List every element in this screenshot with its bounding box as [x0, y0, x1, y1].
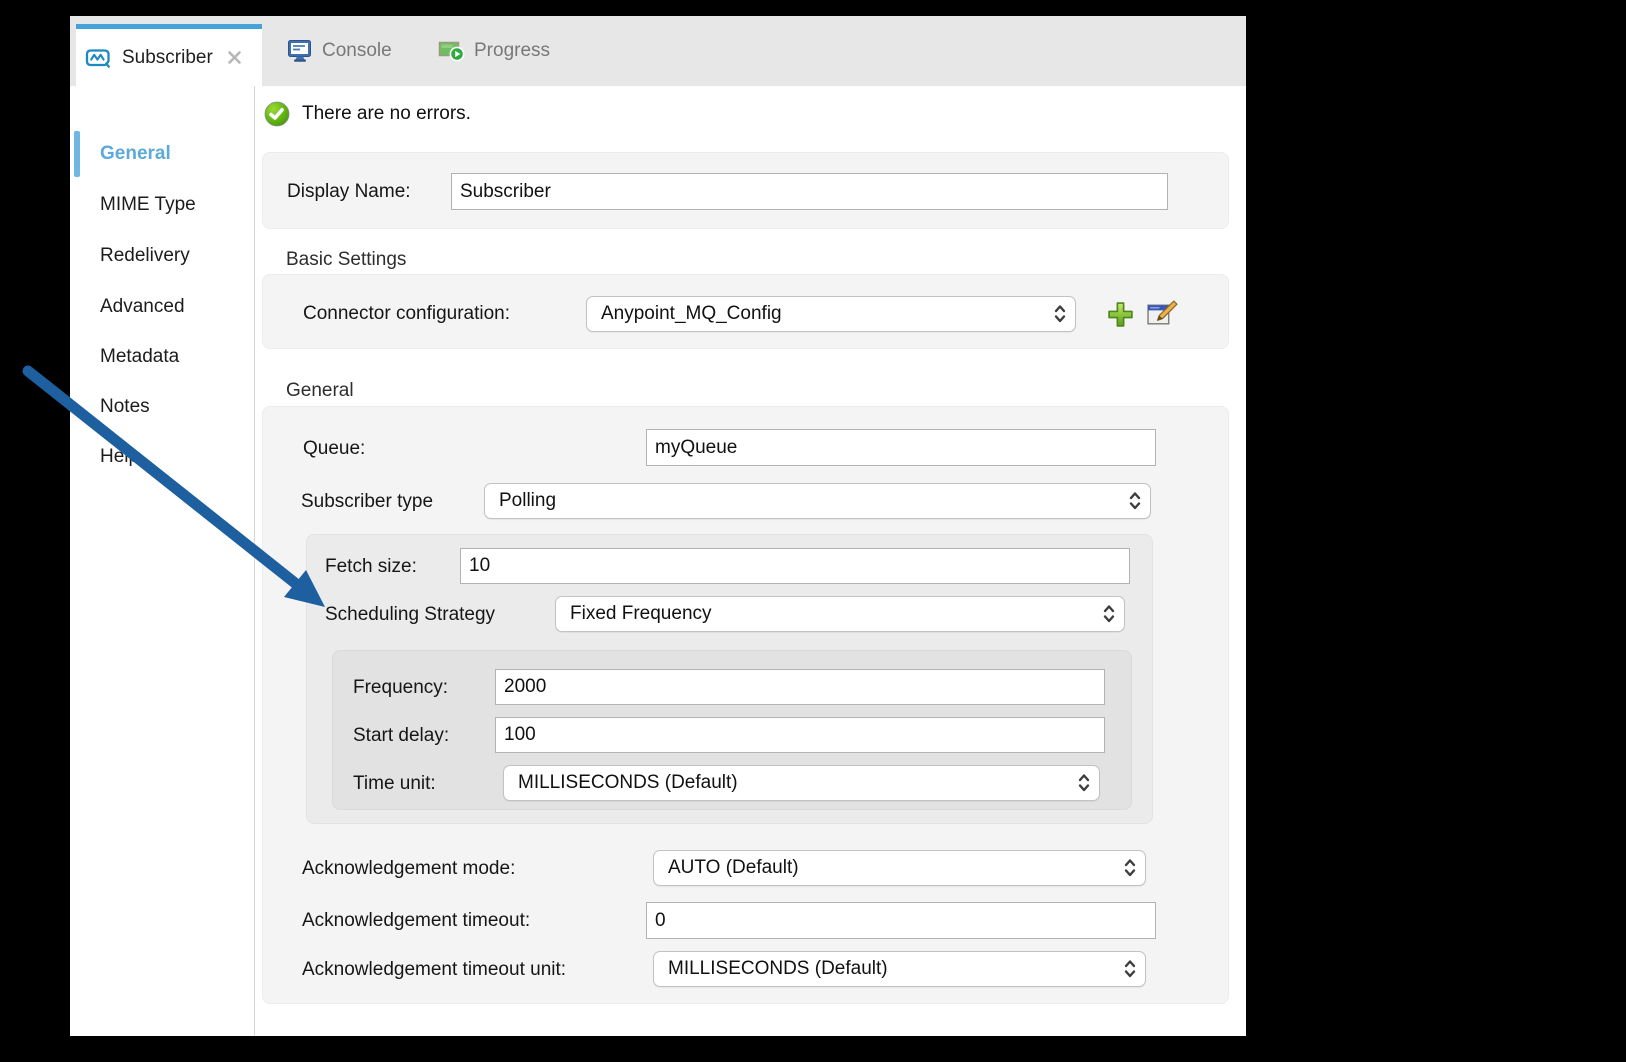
time-unit-select[interactable]: MILLISECONDS (Default) — [503, 765, 1100, 801]
display-name-panel: Display Name: — [262, 152, 1229, 229]
scheduling-strategy-select[interactable]: Fixed Frequency — [555, 596, 1125, 632]
polling-settings-panel: Fetch size: Scheduling Strategy Fixed Fr… — [306, 534, 1153, 824]
properties-window: Subscriber Console — [70, 16, 1246, 1036]
start-delay-input[interactable] — [495, 717, 1105, 753]
basic-settings-title: Basic Settings — [286, 246, 406, 274]
sidebar-item-advanced[interactable]: Advanced — [100, 282, 185, 332]
frequency-input[interactable] — [495, 669, 1105, 705]
sidebar-item-general[interactable]: General — [100, 129, 171, 179]
tab-subscriber[interactable]: Subscriber — [76, 24, 262, 86]
acknowledgement-mode-select[interactable]: AUTO (Default) — [653, 850, 1146, 886]
sidebar-item-help[interactable]: Help — [100, 432, 139, 482]
connector-configuration-label: Connector configuration: — [303, 299, 510, 329]
subscriber-type-select[interactable]: Polling — [484, 483, 1151, 519]
frequency-label: Frequency: — [353, 673, 448, 703]
fetch-size-label: Fetch size: — [325, 552, 417, 582]
queue-input[interactable] — [646, 429, 1156, 466]
general-panel: Queue: Subscriber type Polling Fetch siz… — [262, 406, 1229, 1004]
dropdown-stepper-icon — [1102, 603, 1116, 625]
display-name-label: Display Name: — [287, 177, 411, 207]
connector-configuration-select[interactable]: Anypoint_MQ_Config — [586, 296, 1076, 332]
scheduling-strategy-label: Scheduling Strategy — [325, 600, 495, 630]
status-message: There are no errors. — [302, 100, 471, 128]
basic-settings-panel: Connector configuration: Anypoint_MQ_Con… — [262, 274, 1229, 349]
acknowledgement-timeout-unit-select[interactable]: MILLISECONDS (Default) — [653, 951, 1146, 987]
acknowledgement-timeout-input[interactable] — [646, 902, 1156, 939]
active-item-indicator — [74, 131, 80, 177]
tab-bar: Subscriber Console — [70, 16, 1246, 86]
sidebar-item-redelivery[interactable]: Redelivery — [100, 231, 190, 281]
add-icon[interactable] — [1106, 300, 1135, 329]
dropdown-stepper-icon — [1123, 857, 1137, 879]
acknowledgement-timeout-label: Acknowledgement timeout: — [302, 906, 530, 936]
dropdown-stepper-icon — [1053, 303, 1067, 325]
tab-console[interactable]: Console — [286, 16, 392, 86]
dropdown-stepper-icon — [1123, 958, 1137, 980]
start-delay-label: Start delay: — [353, 721, 449, 751]
success-check-icon — [263, 100, 291, 128]
mq-subscriber-icon — [84, 45, 112, 71]
subscriber-type-label: Subscriber type — [301, 487, 433, 517]
time-unit-label: Time unit: — [353, 769, 436, 799]
sidebar-item-notes[interactable]: Notes — [100, 382, 150, 432]
acknowledgement-mode-label: Acknowledgement mode: — [302, 854, 515, 884]
tab-label: Subscriber — [122, 47, 213, 69]
edit-config-icon[interactable] — [1146, 298, 1179, 331]
tab-progress[interactable]: Progress — [438, 16, 550, 86]
tab-label: Progress — [474, 40, 550, 62]
fetch-size-input[interactable] — [460, 548, 1130, 584]
acknowledgement-timeout-unit-label: Acknowledgement timeout unit: — [302, 955, 566, 985]
fixed-frequency-panel: Frequency: Start delay: Time unit: MILLI… — [332, 650, 1132, 810]
dropdown-stepper-icon — [1128, 490, 1142, 512]
sidebar-item-metadata[interactable]: Metadata — [100, 332, 179, 382]
general-title: General — [286, 377, 354, 405]
progress-icon — [438, 38, 466, 64]
queue-label: Queue: — [303, 434, 365, 464]
console-icon — [286, 38, 314, 64]
tab-label: Console — [322, 40, 392, 62]
sidebar-item-mime-type[interactable]: MIME Type — [100, 180, 196, 230]
sidebar: General MIME Type Redelivery Advanced Me… — [70, 86, 255, 1036]
dropdown-stepper-icon — [1077, 772, 1091, 794]
close-icon[interactable] — [225, 48, 244, 67]
display-name-input[interactable] — [451, 173, 1168, 210]
